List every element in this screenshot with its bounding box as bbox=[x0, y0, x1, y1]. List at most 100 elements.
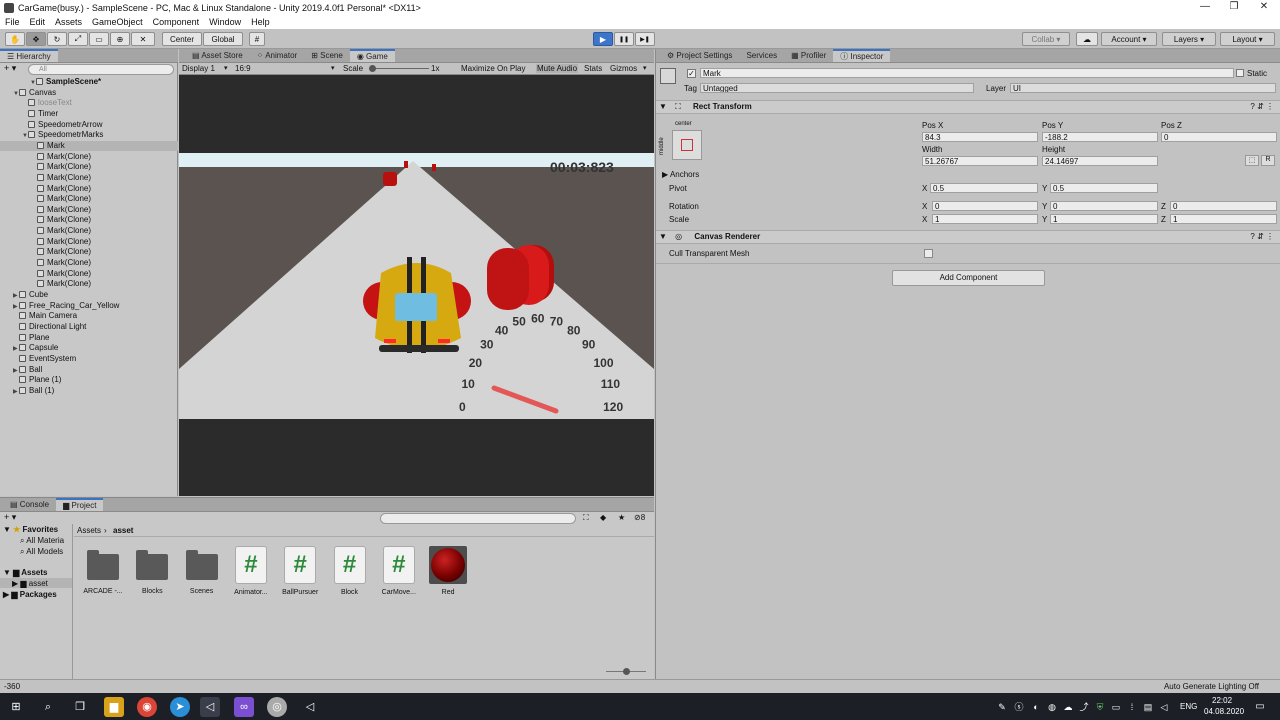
anchors-foldout[interactable]: ▶ Anchors bbox=[662, 170, 699, 179]
blueprint-mode-icon[interactable]: ⬚ bbox=[1245, 155, 1259, 166]
hierarchy-item[interactable]: Main Camera bbox=[0, 311, 178, 322]
menu-gameobject[interactable]: GameObject bbox=[92, 17, 143, 27]
tray-shield-icon[interactable]: ⛨ bbox=[1093, 697, 1107, 717]
chrome-icon[interactable]: ◉ bbox=[137, 697, 157, 717]
asset-item[interactable]: # Block bbox=[327, 546, 373, 596]
menu-help[interactable]: Help bbox=[251, 17, 270, 27]
tray-arrow-icon[interactable]: ⤴ bbox=[1077, 697, 1091, 717]
hierarchy-item[interactable]: ▼ SpeedometrMarks bbox=[0, 130, 178, 141]
packages-node[interactable]: ▶ ▆ Packages bbox=[3, 590, 57, 599]
game-viewport[interactable]: 0 10 20 30 40 50 60 70 80 90 100 110 120 00:03:823 bbox=[179, 153, 654, 419]
aspect-select[interactable]: 16:9 bbox=[235, 64, 251, 73]
menu-window[interactable]: Window bbox=[209, 17, 241, 27]
tab-profiler[interactable]: ▦ Profiler bbox=[784, 49, 833, 62]
rotation-x-field[interactable]: 0 bbox=[932, 201, 1038, 211]
pause-button[interactable]: ❚❚ bbox=[614, 32, 634, 46]
hand-tool-icon[interactable]: ✋ bbox=[5, 32, 25, 46]
tab-inspector[interactable]: ⓘ Inspector bbox=[833, 49, 891, 62]
blender-icon[interactable]: ◎ bbox=[267, 697, 287, 717]
height-field[interactable]: 24.14697 bbox=[1042, 156, 1158, 166]
telegram-icon[interactable]: ➤ bbox=[170, 697, 190, 717]
tray-pen-icon[interactable]: ✎ bbox=[995, 697, 1009, 717]
tab-asset-store[interactable]: ▤ Asset Store bbox=[185, 49, 250, 62]
pivot-global-button[interactable]: Global bbox=[203, 32, 243, 46]
tray-skype-icon[interactable]: ⓢ bbox=[1012, 697, 1026, 717]
rotation-z-field[interactable]: 0 bbox=[1170, 201, 1277, 211]
scale-y-field[interactable]: 1 bbox=[1050, 214, 1158, 224]
scale-slider-track[interactable] bbox=[369, 68, 429, 69]
tray-display-icon[interactable]: ▭ bbox=[1109, 697, 1123, 717]
hierarchy-item[interactable]: ▶ Capsule bbox=[0, 343, 178, 354]
favorites-node[interactable]: ▼ ★ Favorites bbox=[3, 525, 58, 534]
menu-assets[interactable]: Assets bbox=[55, 17, 82, 27]
component-menu-icon-2[interactable]: ? ⇵ ⋮ bbox=[1250, 231, 1274, 243]
hierarchy-item[interactable]: Mark(Clone) bbox=[0, 279, 178, 290]
pos-y-field[interactable]: -188.2 bbox=[1042, 132, 1158, 142]
asset-item[interactable]: # CarMove... bbox=[376, 546, 422, 596]
hierarchy-item[interactable]: ▶ Ball (1) bbox=[0, 386, 178, 397]
asset-item[interactable]: Blocks bbox=[129, 547, 175, 595]
scale-tool-icon[interactable]: ⤢ bbox=[68, 32, 88, 46]
scale-z-field[interactable]: 1 bbox=[1170, 214, 1277, 224]
hierarchy-item[interactable]: ▶ Free_Racing_Car_Yellow bbox=[0, 301, 178, 312]
transform-tool-icon[interactable]: ⊕ bbox=[110, 32, 130, 46]
tab-hierarchy[interactable]: ☰ Hierarchy bbox=[0, 49, 58, 62]
search-icon[interactable]: ⌕ bbox=[38, 697, 58, 717]
anchor-preset-button[interactable] bbox=[672, 130, 702, 160]
static-checkbox[interactable] bbox=[1236, 69, 1244, 77]
canvas-renderer-header[interactable]: ▼ ◎ Canvas Renderer ? ⇵ ⋮ bbox=[656, 230, 1280, 244]
add-component-button[interactable]: Add Component bbox=[892, 270, 1045, 286]
hierarchy-item[interactable]: Mark(Clone) bbox=[0, 215, 178, 226]
step-button[interactable]: ▶❚ bbox=[635, 32, 655, 46]
asset-item[interactable]: Red bbox=[425, 546, 471, 596]
gizmos-toggle[interactable]: Gizmos bbox=[610, 64, 637, 73]
tab-services[interactable]: Services bbox=[739, 49, 784, 62]
maximize-button[interactable]: ❐ bbox=[1219, 0, 1249, 15]
tray-globe-icon[interactable]: ◍ bbox=[1045, 697, 1059, 717]
gameobject-name-field[interactable]: Mark bbox=[700, 68, 1234, 78]
rotation-y-field[interactable]: 0 bbox=[1050, 201, 1158, 211]
fav-all-materials[interactable]: ⌕ All Materia bbox=[20, 536, 64, 546]
hierarchy-item[interactable]: Mark(Clone) bbox=[0, 258, 178, 269]
tab-console[interactable]: ▤ Console bbox=[3, 498, 56, 511]
hierarchy-item[interactable]: Mark(Clone) bbox=[0, 162, 178, 173]
cloud-icon[interactable]: ☁ bbox=[1076, 32, 1098, 46]
scale-slider-knob[interactable] bbox=[369, 65, 376, 72]
project-add-button[interactable]: + ▾ bbox=[4, 512, 16, 523]
rect-transform-header[interactable]: ▼ ⛶ Rect Transform ? ⇵ ⋮ bbox=[656, 100, 1280, 114]
active-checkbox[interactable]: ✓ bbox=[687, 69, 696, 78]
hierarchy-item[interactable]: Mark(Clone) bbox=[0, 173, 178, 184]
hierarchy-search-input[interactable]: All bbox=[28, 64, 174, 75]
collab-button[interactable]: Collab ▾ bbox=[1022, 32, 1070, 46]
menu-edit[interactable]: Edit bbox=[30, 17, 46, 27]
notifications-icon[interactable]: ▭ bbox=[1250, 697, 1270, 717]
hierarchy-item[interactable]: Plane (1) bbox=[0, 375, 178, 386]
hierarchy-item[interactable]: Mark(Clone) bbox=[0, 237, 178, 248]
pos-x-field[interactable]: 84.3 bbox=[922, 132, 1038, 142]
asset-folder-node[interactable]: ▶ ▆ asset bbox=[12, 579, 48, 588]
hierarchy-item[interactable]: Mark(Clone) bbox=[0, 205, 178, 216]
raw-edit-button[interactable]: R bbox=[1261, 155, 1275, 166]
pivot-center-button[interactable]: Center bbox=[162, 32, 202, 46]
hierarchy-item[interactable]: ▶ Cube bbox=[0, 290, 178, 301]
layer-select[interactable]: UI bbox=[1010, 83, 1276, 93]
hierarchy-item[interactable]: SpeedometrArrow bbox=[0, 120, 178, 131]
hierarchy-item[interactable]: Mark bbox=[0, 140, 178, 152]
hierarchy-item[interactable]: Plane bbox=[0, 333, 178, 344]
play-button[interactable]: ▶ bbox=[593, 32, 613, 46]
hierarchy-item[interactable]: Mark(Clone) bbox=[0, 194, 178, 205]
asset-item[interactable]: # BallPursuer bbox=[277, 546, 323, 596]
close-button[interactable]: ✕ bbox=[1249, 0, 1279, 15]
move-tool-icon[interactable]: ✥ bbox=[26, 32, 46, 46]
icon-size-slider-knob[interactable] bbox=[623, 668, 630, 675]
custom-tool-icon[interactable]: ✕ bbox=[131, 32, 155, 46]
file-explorer-icon[interactable]: ▆ bbox=[104, 697, 124, 717]
tag-select[interactable]: Untagged bbox=[700, 83, 974, 93]
cull-transparent-mesh-checkbox[interactable] bbox=[924, 249, 933, 258]
hierarchy-item[interactable]: Mark(Clone) bbox=[0, 226, 178, 237]
layout-button[interactable]: Layout ▾ bbox=[1220, 32, 1275, 46]
tray-network-icon[interactable]: ▤ bbox=[1141, 697, 1155, 717]
hierarchy-add-button[interactable]: + ▾ bbox=[4, 63, 16, 74]
hierarchy-item[interactable]: Directional Light bbox=[0, 322, 178, 333]
language-indicator[interactable]: ENG bbox=[1180, 702, 1197, 711]
